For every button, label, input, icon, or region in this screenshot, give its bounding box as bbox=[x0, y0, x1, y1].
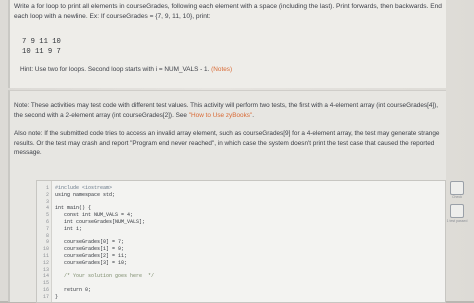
code-line[interactable]: 4 int main() { bbox=[37, 205, 445, 211]
code-text[interactable]: int i; bbox=[55, 226, 82, 232]
instructions-text: Write a for loop to print all elements i… bbox=[14, 3, 442, 20]
code-line[interactable]: 16 return 0; bbox=[37, 287, 445, 293]
code-text[interactable]: courseGrades[1] = 9; bbox=[55, 246, 124, 252]
code-line[interactable]: 10 courseGrades[1] = 9; bbox=[37, 246, 445, 252]
line-number: 17 bbox=[42, 293, 49, 300]
how-to-use-zybooks-link[interactable]: "How to Use zyBooks" bbox=[189, 112, 253, 119]
sample-output-line-1: 7 9 11 10 bbox=[22, 38, 61, 46]
code-text[interactable]: } bbox=[55, 294, 58, 300]
check-label: Check bbox=[452, 195, 462, 199]
sample-output-line-2: 10 11 9 7 bbox=[22, 48, 61, 56]
code-text[interactable]: int courseGrades[NUM_VALS]; bbox=[55, 219, 145, 225]
code-text[interactable]: return 0; bbox=[55, 287, 91, 293]
note-paragraph: Note: These activities may test code wit… bbox=[14, 101, 444, 120]
code-line[interactable]: 5 const int NUM_VALS = 4; bbox=[37, 212, 445, 218]
line-number: 6 bbox=[45, 219, 49, 225]
note-end: . bbox=[252, 111, 255, 119]
line-number: 4 bbox=[45, 205, 49, 212]
code-line[interactable]: 3 bbox=[37, 199, 445, 205]
code-line[interactable]: 2 using namespace std; bbox=[37, 192, 445, 198]
code-text[interactable]: courseGrades[0] = 7; bbox=[55, 239, 124, 245]
line-number: 15 bbox=[42, 280, 49, 287]
page: Write a for loop to print all elements i… bbox=[0, 0, 474, 303]
code-line[interactable]: 12 courseGrades[3] = 10; bbox=[37, 260, 445, 266]
code-line[interactable]: 9 courseGrades[0] = 7; bbox=[37, 239, 445, 245]
status-indicator bbox=[450, 204, 464, 218]
code-line[interactable]: 1 #include <iostream> bbox=[37, 185, 445, 191]
line-number: 10 bbox=[42, 246, 49, 253]
status-label: 1 test passed bbox=[446, 219, 468, 223]
line-number: 12 bbox=[42, 259, 49, 266]
notes-link[interactable]: (Notes) bbox=[211, 66, 232, 73]
line-number: 13 bbox=[42, 266, 49, 273]
line-number: 1 bbox=[45, 185, 49, 191]
line-number: 16 bbox=[42, 287, 49, 293]
code-line[interactable]: 15 bbox=[37, 280, 445, 286]
code-line[interactable]: 6 int courseGrades[NUM_VALS]; bbox=[37, 219, 445, 225]
code-text[interactable]: int main() { bbox=[55, 205, 91, 211]
line-number: 9 bbox=[45, 239, 49, 246]
line-number: 8 bbox=[45, 232, 49, 239]
code-line[interactable]: 17} bbox=[37, 294, 445, 300]
also-note-paragraph: Also note: If the submitted code tries t… bbox=[14, 130, 440, 156]
code-line[interactable]: 13 bbox=[37, 267, 445, 273]
line-number: 3 bbox=[45, 198, 49, 205]
code-editor[interactable]: 1 #include <iostream> 2 using namespace std… bbox=[36, 180, 446, 303]
code-text[interactable]: courseGrades[2] = 11; bbox=[55, 253, 127, 259]
code-text[interactable]: courseGrades[3] = 10; bbox=[55, 260, 127, 266]
code-line[interactable]: 7 int i; bbox=[37, 226, 445, 232]
hint-text: Hint: Use two for loops. Second loop sta… bbox=[20, 66, 212, 73]
code-text[interactable]: #include <iostream> bbox=[55, 185, 112, 191]
line-number: 11 bbox=[42, 253, 49, 259]
code-text[interactable]: /* Your solution goes here */ bbox=[55, 273, 154, 279]
line-number: 5 bbox=[45, 212, 49, 219]
code-line[interactable]: 8 bbox=[37, 233, 445, 239]
line-number: 7 bbox=[45, 225, 49, 232]
code-text[interactable]: const int NUM_VALS = 4; bbox=[55, 212, 133, 218]
line-number: 2 bbox=[45, 191, 49, 198]
instructions-card: Write a for loop to print all elements i… bbox=[8, 0, 446, 88]
code-line[interactable]: 11 courseGrades[2] = 11; bbox=[37, 253, 445, 259]
code-line[interactable]: 14 /* Your solution goes here */ bbox=[37, 273, 445, 279]
line-number: 14 bbox=[42, 273, 49, 280]
hint-row: Hint: Use two for loops. Second loop sta… bbox=[20, 66, 232, 73]
code-text[interactable]: using namespace std; bbox=[55, 192, 115, 198]
check-button[interactable] bbox=[450, 181, 464, 195]
